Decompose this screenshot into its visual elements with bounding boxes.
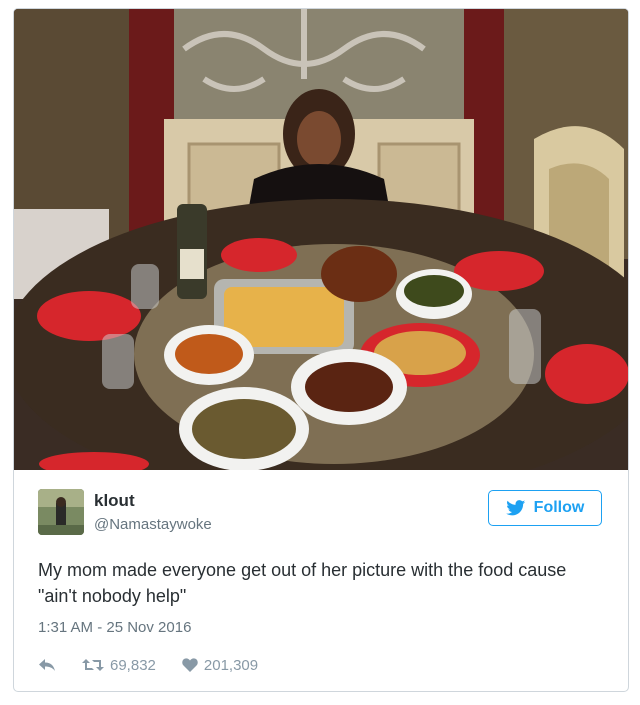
user-handle[interactable]: @Namastaywoke [94, 516, 212, 533]
twitter-bird-icon [505, 500, 525, 516]
tweet-timestamp[interactable]: 1:31 AM - 25 Nov 2016 [38, 619, 191, 636]
avatar-image [38, 489, 84, 535]
tweet-card: klout @Namastaywoke Follow My mom made e… [13, 8, 629, 692]
retweet-button[interactable]: 69,832 [82, 657, 156, 674]
avatar[interactable] [38, 489, 84, 535]
heart-icon [182, 658, 198, 672]
like-button[interactable]: 201,309 [182, 657, 258, 674]
follow-button[interactable]: Follow [488, 490, 602, 526]
dinner-table-photo [14, 9, 628, 470]
retweet-count: 69,832 [110, 656, 156, 674]
tweet-header: klout @Namastaywoke Follow [38, 489, 608, 539]
retweet-icon [82, 659, 104, 671]
reply-button[interactable] [38, 658, 56, 672]
user-name[interactable]: klout [94, 491, 135, 511]
tweet-text: My mom made everyone get out of her pict… [38, 560, 567, 606]
reply-icon [39, 659, 55, 671]
tweet-actions: 69,832 201,309 [38, 653, 258, 677]
like-count: 201,309 [203, 656, 259, 674]
follow-label: Follow [533, 499, 585, 516]
tweet-photo[interactable] [14, 9, 628, 470]
